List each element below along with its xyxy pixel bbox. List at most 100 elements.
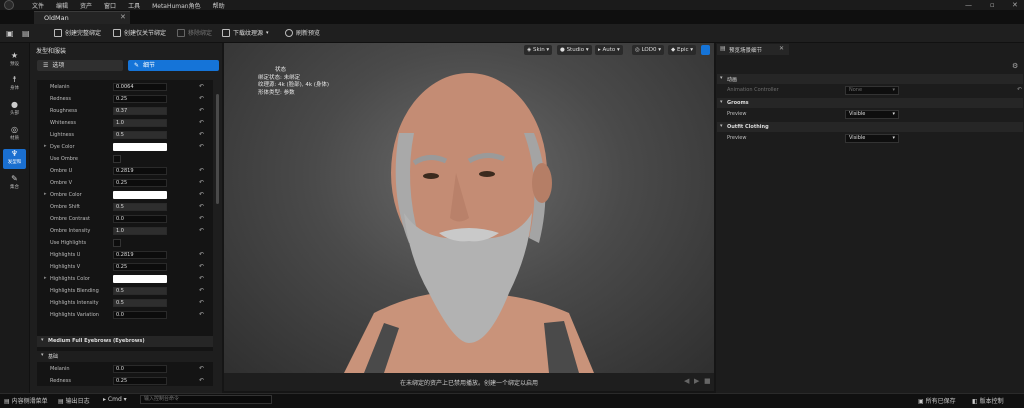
reset-icon[interactable]: ↶ bbox=[199, 95, 204, 102]
grooms-preview-select[interactable]: Visible ▾ bbox=[845, 110, 899, 119]
studio-dropdown[interactable]: ● Studio ▾ bbox=[557, 45, 592, 55]
color-swatch[interactable] bbox=[113, 143, 167, 151]
property-value-field[interactable]: 0.0 bbox=[113, 365, 167, 373]
reset-icon[interactable]: ↶ bbox=[199, 107, 204, 114]
menu-window[interactable]: 窗口 bbox=[104, 1, 116, 10]
document-tab[interactable]: OldMan ✕ bbox=[34, 11, 130, 24]
section-grooms[interactable]: ▾ Grooms bbox=[717, 98, 1023, 108]
reset-icon[interactable]: ↶ bbox=[199, 275, 204, 282]
menu-help[interactable]: 帮助 bbox=[213, 1, 225, 10]
reset-icon[interactable]: ↶ bbox=[199, 263, 204, 270]
play-icon[interactable]: ▶ bbox=[694, 377, 699, 385]
reset-icon[interactable]: ↶ bbox=[199, 203, 204, 210]
property-slider[interactable]: 0.5 bbox=[113, 203, 167, 211]
section-outfit[interactable]: ▾ Outfit Clothing bbox=[717, 122, 1023, 132]
property-value-field[interactable]: 0.25 bbox=[113, 179, 167, 187]
close-tab-icon[interactable]: ✕ bbox=[779, 45, 784, 52]
save-icon[interactable]: ▣ bbox=[6, 29, 14, 38]
tab-details[interactable]: ✎ 细节 bbox=[128, 60, 219, 71]
all-saved-status[interactable]: ▣ 所有已保存 bbox=[918, 396, 956, 405]
expand-arrow-icon[interactable]: ▸ bbox=[44, 143, 47, 149]
reset-icon[interactable]: ↶ bbox=[199, 299, 204, 306]
tab-presets[interactable]: ☰ 选项 bbox=[37, 60, 123, 71]
expand-arrow-icon[interactable]: ▸ bbox=[44, 275, 47, 281]
property-value-field[interactable]: 0.25 bbox=[113, 377, 167, 385]
reset-icon[interactable]: ↶ bbox=[199, 83, 204, 90]
property-slider[interactable]: 1.0 bbox=[113, 119, 167, 127]
reset-icon[interactable]: ↶ bbox=[199, 167, 204, 174]
create-full-rig-button[interactable]: 创建完整绑定 bbox=[54, 28, 101, 37]
strip-item-head[interactable]: ● 头部 bbox=[3, 100, 26, 120]
checkbox[interactable] bbox=[113, 155, 121, 163]
lod-dropdown[interactable]: ◎ LOD0 ▾ bbox=[632, 45, 665, 55]
property-slider[interactable]: 0.37 bbox=[113, 107, 167, 115]
auto-dropdown[interactable]: ▸ Auto ▾ bbox=[595, 45, 623, 55]
reset-icon[interactable]: ↶ bbox=[199, 119, 204, 126]
menu-metahuman[interactable]: MetaHuman角色 bbox=[152, 1, 201, 10]
output-log-button[interactable]: ▤ 输出日志 bbox=[58, 396, 90, 405]
property-value-field[interactable]: 0.0 bbox=[113, 215, 167, 223]
refresh-preview-button[interactable]: 刷新预览 bbox=[285, 28, 320, 37]
create-joint-rig-button[interactable]: 创建仅关节绑定 bbox=[113, 28, 166, 37]
panel-scrollbar[interactable] bbox=[216, 94, 219, 204]
close-tab-icon[interactable]: ✕ bbox=[120, 13, 126, 21]
animation-controller-select[interactable]: None ▾ bbox=[845, 86, 899, 95]
strip-item-assemble[interactable]: ✎ 集合 bbox=[3, 174, 26, 194]
reset-icon[interactable]: ↶ bbox=[199, 179, 204, 186]
color-swatch[interactable] bbox=[113, 275, 167, 283]
reset-icon[interactable]: ↶ bbox=[199, 377, 204, 384]
color-swatch[interactable] bbox=[113, 191, 167, 199]
reset-icon[interactable]: ↶ bbox=[1017, 86, 1022, 93]
camera-icon[interactable] bbox=[701, 45, 710, 55]
play-back-icon[interactable]: ◀ bbox=[684, 377, 689, 385]
menu-edit[interactable]: 编辑 bbox=[56, 1, 68, 10]
download-texture-button[interactable]: 下载纹理源 ▾ bbox=[222, 28, 269, 37]
reset-icon[interactable]: ↶ bbox=[199, 191, 204, 198]
property-slider[interactable]: 0.5 bbox=[113, 299, 167, 307]
close-window-icon[interactable]: ✕ bbox=[1012, 1, 1018, 9]
section-animation[interactable]: ▾ 动画 bbox=[717, 74, 1023, 84]
reset-icon[interactable]: ↶ bbox=[199, 287, 204, 294]
strip-item-material[interactable]: ◎ 材质 bbox=[3, 125, 26, 145]
minimize-icon[interactable]: — bbox=[965, 1, 972, 9]
menu-asset[interactable]: 资产 bbox=[80, 1, 92, 10]
browse-icon[interactable]: ▤ bbox=[22, 29, 30, 38]
menu-file[interactable]: 文件 bbox=[32, 1, 44, 10]
quality-dropdown[interactable]: ◆ Epic ▾ bbox=[668, 45, 697, 55]
property-slider[interactable]: 0.5 bbox=[113, 287, 167, 295]
reset-icon[interactable]: ↶ bbox=[199, 143, 204, 150]
menu-tools[interactable]: 工具 bbox=[128, 1, 140, 10]
property-value-field[interactable]: 0.25 bbox=[113, 95, 167, 103]
console-input[interactable]: 输入控制台命令 bbox=[140, 395, 272, 404]
preview-scene-tab[interactable]: ▤ 预览场景细节 ✕ bbox=[717, 44, 789, 55]
reset-icon[interactable]: ↶ bbox=[199, 365, 204, 372]
reset-icon[interactable]: ↶ bbox=[199, 131, 204, 138]
property-value-field[interactable]: 0.2819 bbox=[113, 251, 167, 259]
property-slider[interactable]: 0.5 bbox=[113, 131, 167, 139]
cmd-dropdown[interactable]: ▸ Cmd ▾ bbox=[103, 396, 127, 403]
stop-icon[interactable]: ■ bbox=[704, 377, 711, 385]
strip-item-presets[interactable]: ★ 预设 bbox=[3, 51, 26, 71]
expand-arrow-icon[interactable]: ▸ bbox=[44, 191, 47, 197]
maximize-icon[interactable]: ▫ bbox=[990, 1, 995, 9]
property-slider[interactable]: 1.0 bbox=[113, 227, 167, 235]
reset-icon[interactable]: ↶ bbox=[199, 251, 204, 258]
property-value-field[interactable]: 0.2819 bbox=[113, 167, 167, 175]
unreal-logo-icon[interactable] bbox=[4, 0, 14, 10]
options-icon[interactable]: ⚙ bbox=[1012, 62, 1018, 70]
skin-dropdown[interactable]: ◈ Skin ▾ bbox=[524, 45, 553, 55]
checkbox[interactable] bbox=[113, 239, 121, 247]
section-eyebrows-basic[interactable]: ▾ 基础 bbox=[37, 351, 213, 362]
content-drawer-button[interactable]: ▤ 内容侧滑菜单 bbox=[4, 396, 48, 405]
reset-icon[interactable]: ↶ bbox=[199, 215, 204, 222]
version-control-button[interactable]: ◧ 版本控制 bbox=[972, 396, 1004, 405]
section-eyebrows[interactable]: ▾ Medium Full Eyebrows (Eyebrows) bbox=[37, 336, 213, 347]
property-value-field[interactable]: 0.0064 bbox=[113, 83, 167, 91]
reset-icon[interactable]: ↶ bbox=[199, 311, 204, 318]
strip-item-body[interactable]: ☨ 身体 bbox=[3, 75, 26, 95]
reset-icon[interactable]: ↶ bbox=[199, 227, 204, 234]
outfit-preview-select[interactable]: Visible ▾ bbox=[845, 134, 899, 143]
property-value-field[interactable]: 0.0 bbox=[113, 311, 167, 319]
strip-item-hair[interactable]: ♆ 发型和 bbox=[3, 149, 26, 169]
remove-rig-button[interactable]: 移除绑定 bbox=[177, 28, 212, 37]
